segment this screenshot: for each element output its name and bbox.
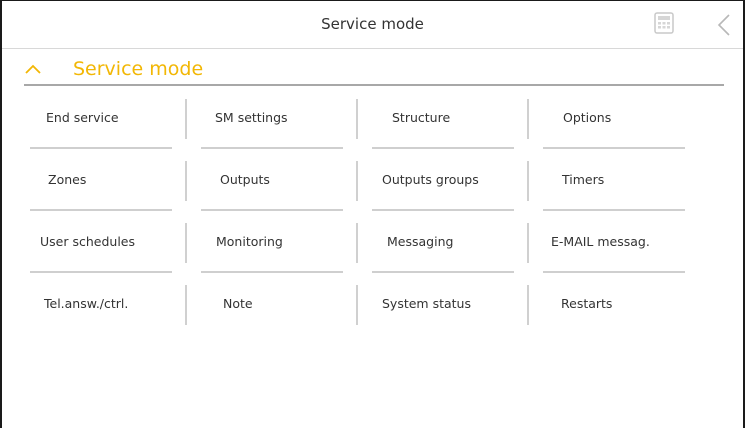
tile-underline xyxy=(543,147,685,149)
menu-item-label: Outputs xyxy=(220,172,270,187)
menu-item-label: User schedules xyxy=(40,234,135,249)
menu-item-label: Tel.answ./ctrl. xyxy=(44,296,129,311)
tile-underline xyxy=(372,147,514,149)
column-divider xyxy=(185,161,187,201)
column-divider xyxy=(356,99,358,139)
menu-item-label: Structure xyxy=(392,110,451,125)
column-divider xyxy=(185,99,187,139)
column-divider xyxy=(527,161,529,201)
calculator-icon[interactable] xyxy=(654,12,674,34)
column-divider xyxy=(527,223,529,263)
tile-underline xyxy=(372,209,514,211)
column-divider xyxy=(527,285,529,325)
column-divider xyxy=(356,285,358,325)
tile-underline xyxy=(201,271,343,273)
menu-item-sm-settings[interactable]: SM settings xyxy=(201,91,343,149)
menu-item-timers[interactable]: Timers xyxy=(543,153,685,211)
menu-item-label: E-MAIL messag. xyxy=(551,234,650,249)
menu-item-user-schedules[interactable]: User schedules xyxy=(30,215,172,273)
menu-item-label: Zones xyxy=(48,172,87,187)
tile-underline xyxy=(30,209,172,211)
tile-underline xyxy=(543,271,685,273)
menu-item-label: End service xyxy=(46,110,119,125)
menu-item-outputs[interactable]: Outputs xyxy=(201,153,343,211)
menu-item-label: Timers xyxy=(562,172,605,187)
section-divider xyxy=(24,84,724,86)
menu-item-label: Options xyxy=(563,110,612,125)
tile-underline xyxy=(201,209,343,211)
column-divider xyxy=(356,223,358,263)
column-divider xyxy=(356,161,358,201)
tile-underline xyxy=(30,147,172,149)
chevron-up-icon xyxy=(25,64,41,74)
menu-item-restarts[interactable]: Restarts xyxy=(543,277,685,335)
service-mode-section-header[interactable]: Service mode xyxy=(24,55,724,85)
menu-item-label: Messaging xyxy=(387,234,454,249)
menu-item-label: Restarts xyxy=(561,296,613,311)
app-window: Service mode Service mode End service SM… xyxy=(0,0,745,428)
tile-underline xyxy=(543,209,685,211)
column-divider xyxy=(185,223,187,263)
menu-item-label: Outputs groups xyxy=(382,172,479,187)
top-bar: Service mode xyxy=(2,1,743,49)
tile-underline xyxy=(201,147,343,149)
menu-item-label: System status xyxy=(382,296,471,311)
tile-underline xyxy=(372,271,514,273)
menu-item-email-messaging[interactable]: E-MAIL messag. xyxy=(543,215,685,273)
menu-item-tel-answ-ctrl[interactable]: Tel.answ./ctrl. xyxy=(30,277,172,335)
menu-item-monitoring[interactable]: Monitoring xyxy=(201,215,343,273)
menu-item-end-service[interactable]: End service xyxy=(30,91,172,149)
menu-item-note[interactable]: Note xyxy=(201,277,343,335)
page-title: Service mode xyxy=(321,15,424,33)
menu-item-messaging[interactable]: Messaging xyxy=(372,215,514,273)
column-divider xyxy=(185,285,187,325)
menu-item-label: Monitoring xyxy=(216,234,283,249)
menu-item-zones[interactable]: Zones xyxy=(30,153,172,211)
menu-item-label: SM settings xyxy=(215,110,288,125)
menu-item-options[interactable]: Options xyxy=(543,91,685,149)
menu-item-label: Note xyxy=(223,296,253,311)
chevron-left-icon[interactable] xyxy=(716,13,732,37)
menu-item-system-status[interactable]: System status xyxy=(372,277,514,335)
column-divider xyxy=(527,99,529,139)
tile-underline xyxy=(30,271,172,273)
menu-item-structure[interactable]: Structure xyxy=(372,91,514,149)
section-title: Service mode xyxy=(73,58,204,80)
menu-item-outputs-groups[interactable]: Outputs groups xyxy=(372,153,514,211)
